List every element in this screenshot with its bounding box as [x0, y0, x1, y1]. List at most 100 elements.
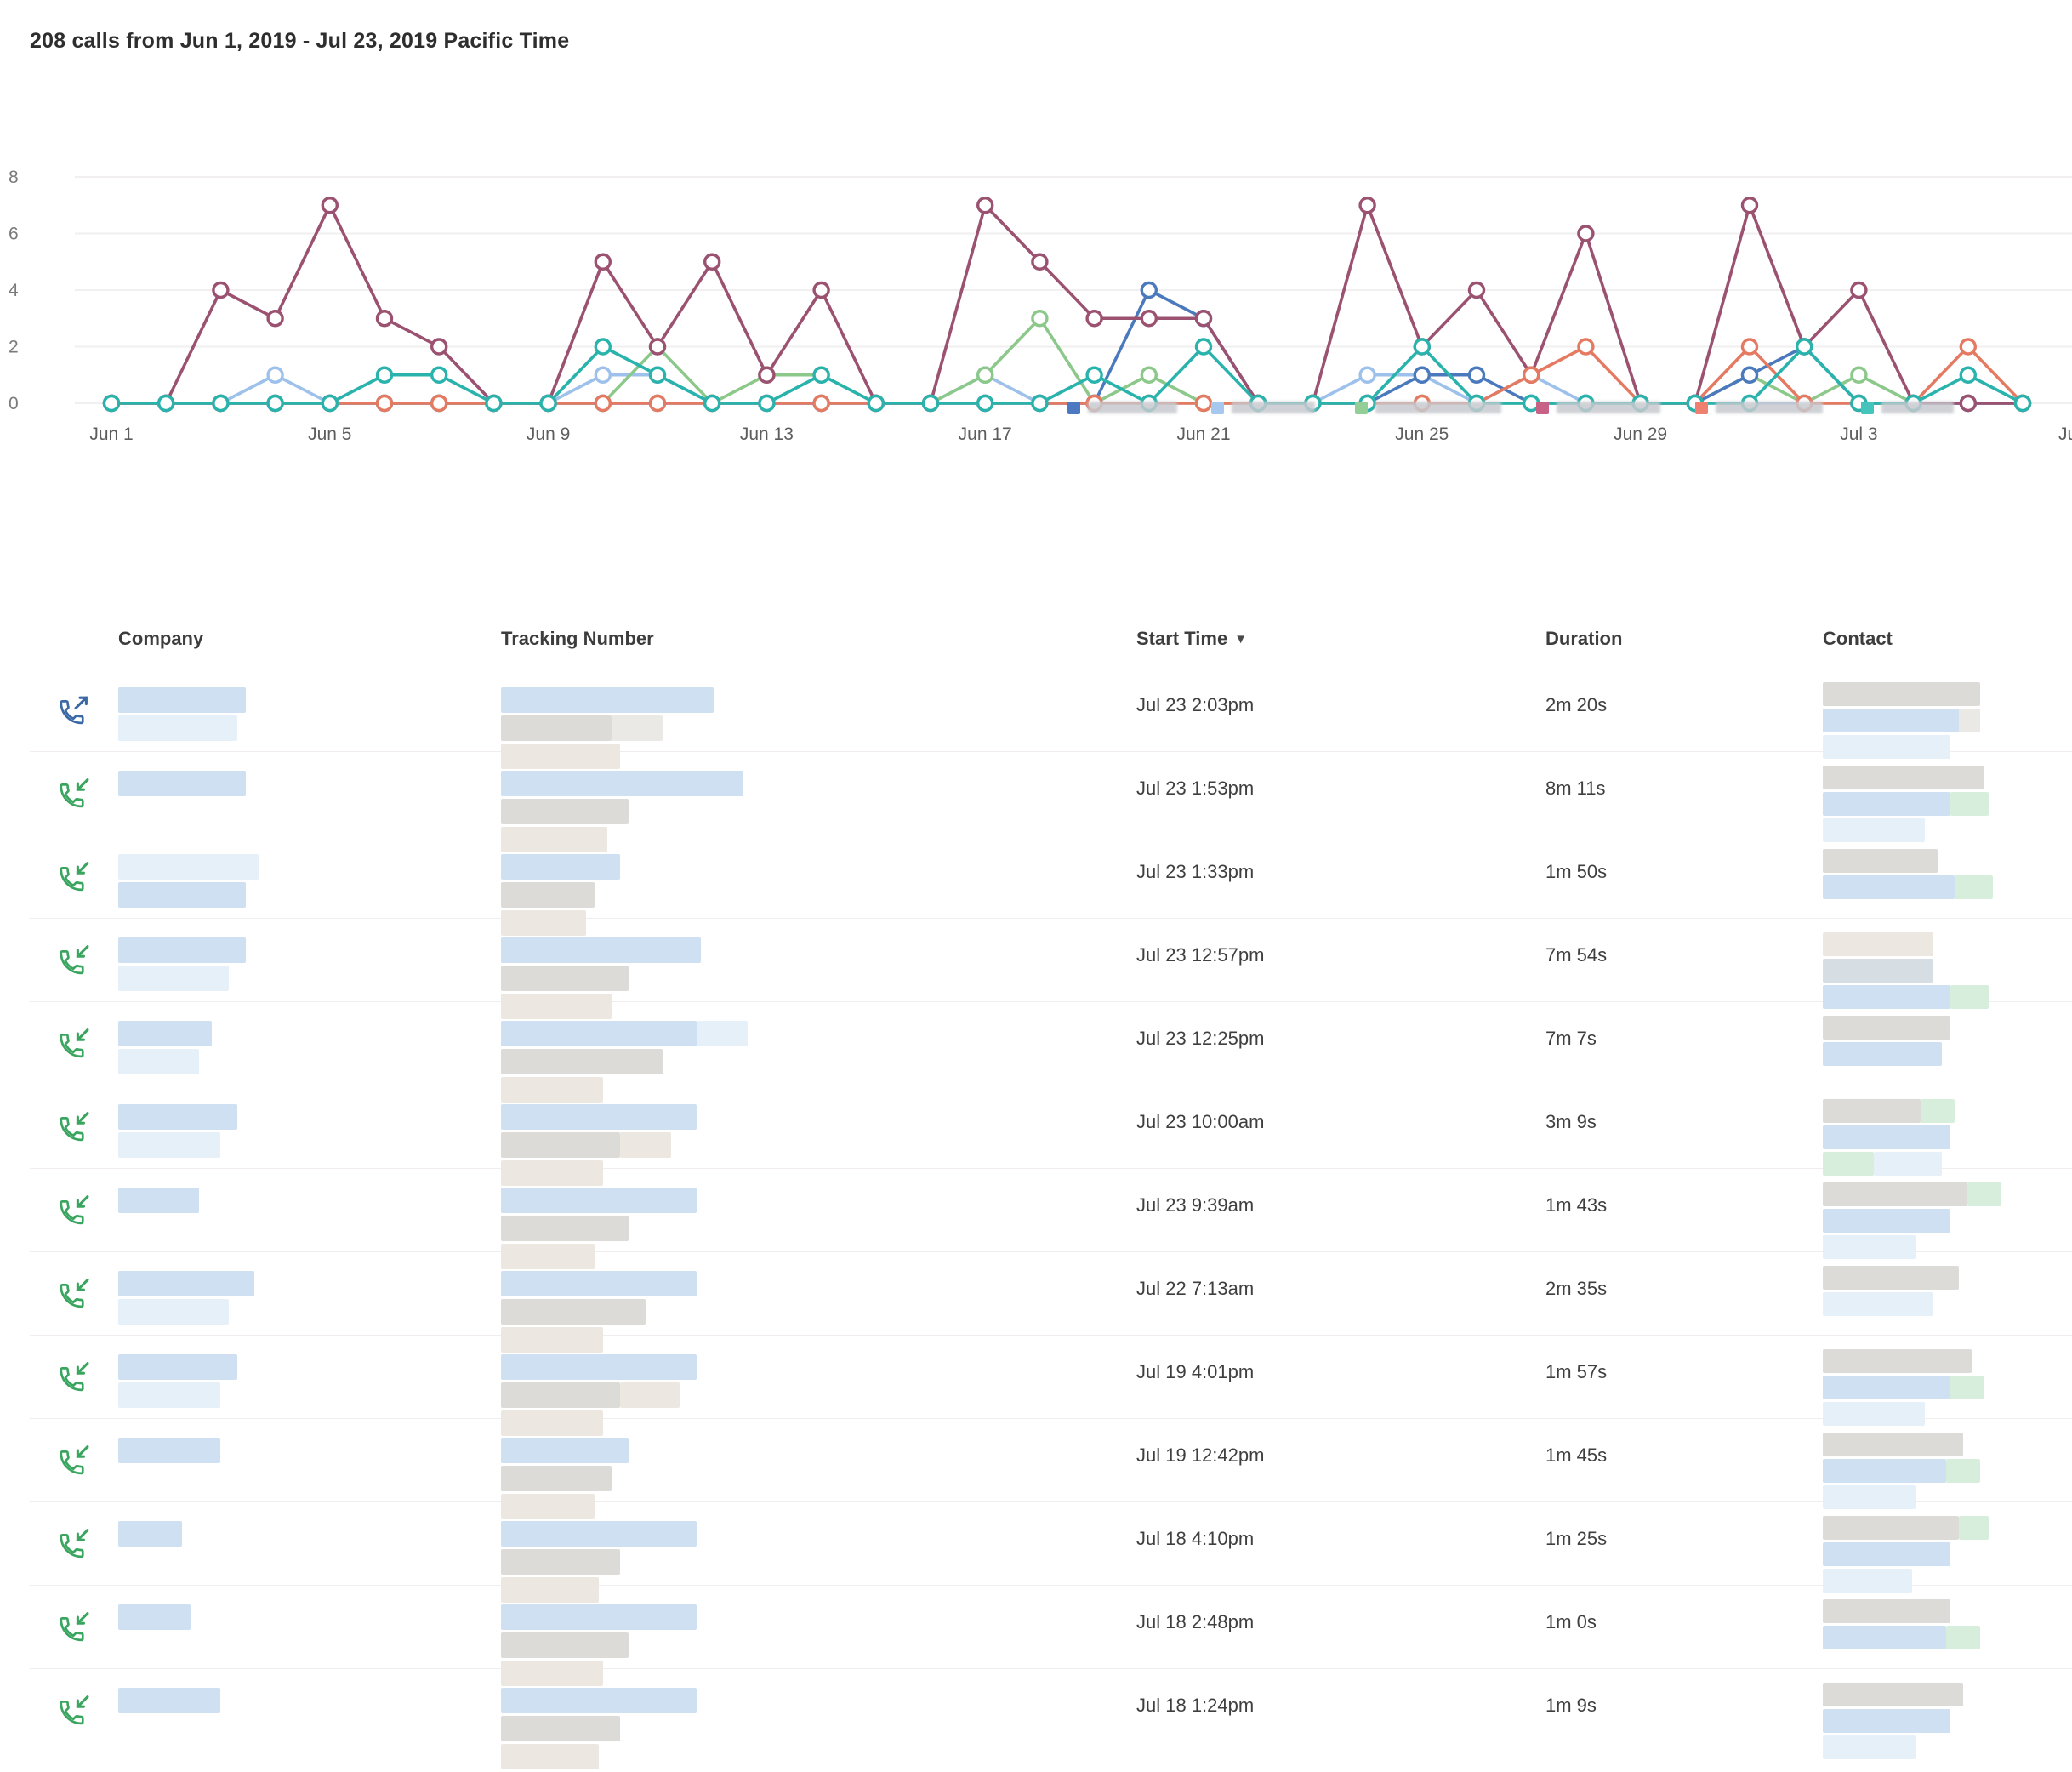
- redacted-text: [1823, 1599, 1950, 1623]
- legend-swatch: [1211, 402, 1224, 414]
- redacted-text: [501, 1466, 612, 1491]
- contact-cell-redacted: [1823, 1099, 1955, 1178]
- data-point: [1033, 311, 1047, 326]
- duration-cell: 1m 0s: [1545, 1611, 1597, 1633]
- data-point: [432, 368, 447, 382]
- redacted-text: [501, 937, 701, 963]
- redacted-text: [1967, 1182, 2001, 1206]
- start-time-cell: Jul 18 2:48pm: [1136, 1611, 1254, 1633]
- incoming-call-icon: [56, 776, 90, 810]
- call-direction-cell: [56, 1443, 90, 1477]
- redacted-text: [501, 966, 629, 991]
- start-time-cell: Jul 19 4:01pm: [1136, 1361, 1254, 1383]
- legend-item-6[interactable]: [1861, 400, 1954, 415]
- redacted-text: [612, 715, 663, 741]
- redacted-text: [501, 1438, 629, 1463]
- redacted-text: [118, 1688, 220, 1713]
- company-cell-redacted: [118, 1438, 220, 1466]
- table-row[interactable]: Jul 18 4:10pm1m 25s: [30, 1502, 2072, 1586]
- table-row[interactable]: Jul 22 7:13am2m 35s: [30, 1252, 2072, 1336]
- contact-cell-redacted: [1823, 932, 1989, 1011]
- legend-item-3[interactable]: [1355, 400, 1501, 415]
- column-header-duration[interactable]: Duration: [1545, 628, 1622, 650]
- company-cell-redacted: [118, 771, 246, 799]
- redacted-text: [118, 1104, 237, 1130]
- redacted-text: [118, 1604, 191, 1630]
- redacted-text: [1921, 1099, 1955, 1123]
- contact-cell-redacted: [1823, 682, 1980, 761]
- data-point: [1087, 311, 1101, 326]
- x-axis-tick: Jun 21: [1176, 424, 1230, 444]
- table-row[interactable]: Jul 19 12:42pm1m 45s: [30, 1419, 2072, 1502]
- redacted-text: [501, 1716, 620, 1741]
- table-row[interactable]: Jul 18 2:48pm 1m 0s: [30, 1586, 2072, 1669]
- redacted-text: [118, 966, 229, 991]
- table-row[interactable]: Jul 23 12:25pm7m 7s: [30, 1002, 2072, 1085]
- legend-item-4[interactable]: [1536, 400, 1660, 415]
- legend-swatch: [1536, 402, 1549, 414]
- start-time-cell: Jul 23 2:03pm: [1136, 694, 1254, 716]
- redacted-text: [697, 1021, 748, 1046]
- redacted-text: [501, 1632, 629, 1658]
- legend-label-redacted: [1375, 402, 1501, 413]
- table-row[interactable]: Jul 23 12:57pm7m 54s: [30, 919, 2072, 1002]
- redacted-text: [118, 882, 246, 908]
- redacted-text: [1823, 1292, 1933, 1316]
- redacted-text: [1823, 1516, 1959, 1540]
- redacted-text: [1823, 1125, 1950, 1149]
- redacted-text: [118, 1271, 254, 1296]
- data-point: [1197, 339, 1211, 354]
- company-cell-redacted: [118, 1271, 254, 1327]
- legend-label-redacted: [1881, 402, 1954, 413]
- x-axis-tick: Jun 13: [740, 424, 794, 444]
- redacted-text: [501, 1521, 697, 1547]
- data-point: [378, 368, 392, 382]
- column-header-company[interactable]: Company: [118, 628, 203, 650]
- table-row[interactable]: Jul 23 9:39am1m 43s: [30, 1169, 2072, 1252]
- legend-swatch: [1861, 402, 1874, 414]
- redacted-text: [1823, 1209, 1950, 1233]
- table-row[interactable]: Jul 18 1:24pm1m 9s: [30, 1669, 2072, 1752]
- legend-swatch: [1067, 402, 1080, 414]
- column-header-contact[interactable]: Contact: [1823, 628, 1893, 650]
- redacted-text: [501, 854, 620, 880]
- table-row[interactable]: Jul 23 1:53pm8m 11s: [30, 752, 2072, 835]
- calls-line-chart: 86420Jun 1Jun 5Jun 9Jun 13Jun 17Jun 21Ju…: [0, 60, 2072, 400]
- column-header-start-time[interactable]: Start Time▼: [1136, 628, 1247, 650]
- page-title: 208 calls from Jun 1, 2019 - Jul 23, 201…: [30, 29, 569, 54]
- table-row[interactable]: Jul 19 4:01pm1m 57s: [30, 1336, 2072, 1419]
- redacted-text: [501, 1216, 629, 1241]
- contact-cell-redacted: [1823, 1516, 1989, 1595]
- table-row[interactable]: Jul 23 10:00am3m 9s: [30, 1085, 2072, 1169]
- data-point: [814, 283, 828, 298]
- data-point: [1524, 368, 1539, 382]
- call-direction-cell: [56, 692, 90, 726]
- legend-item-2[interactable]: [1211, 400, 1315, 415]
- company-cell-redacted: [118, 1188, 199, 1216]
- call-direction-cell: [56, 1109, 90, 1143]
- data-point: [978, 368, 993, 382]
- duration-cell: 2m 20s: [1545, 694, 1607, 716]
- redacted-text: [501, 1744, 599, 1769]
- contact-cell-redacted: [1823, 1266, 1959, 1319]
- redacted-text: [118, 1354, 237, 1380]
- data-point: [651, 368, 665, 382]
- redacted-text: [1823, 932, 1933, 956]
- legend-item-5[interactable]: [1695, 400, 1823, 415]
- redacted-text: [1823, 682, 1980, 706]
- duration-cell: 1m 45s: [1545, 1444, 1607, 1467]
- redacted-text: [118, 1132, 220, 1158]
- legend-swatch: [1695, 402, 1708, 414]
- redacted-text: [1823, 1376, 1950, 1399]
- table-row[interactable]: Jul 23 1:33pm1m 50s: [30, 835, 2072, 919]
- redacted-text: [501, 1271, 697, 1296]
- legend-item-1[interactable]: [1067, 400, 1177, 415]
- redacted-text: [118, 1299, 229, 1325]
- redacted-text: [118, 937, 246, 963]
- incoming-call-icon: [56, 943, 90, 977]
- start-time-cell: Jul 18 4:10pm: [1136, 1528, 1254, 1550]
- redacted-text: [501, 1188, 697, 1213]
- table-row[interactable]: Jul 23 2:03pm 2m 20s: [30, 669, 2072, 752]
- column-header-tracking-number[interactable]: Tracking Number: [501, 628, 654, 650]
- data-point: [1087, 368, 1101, 382]
